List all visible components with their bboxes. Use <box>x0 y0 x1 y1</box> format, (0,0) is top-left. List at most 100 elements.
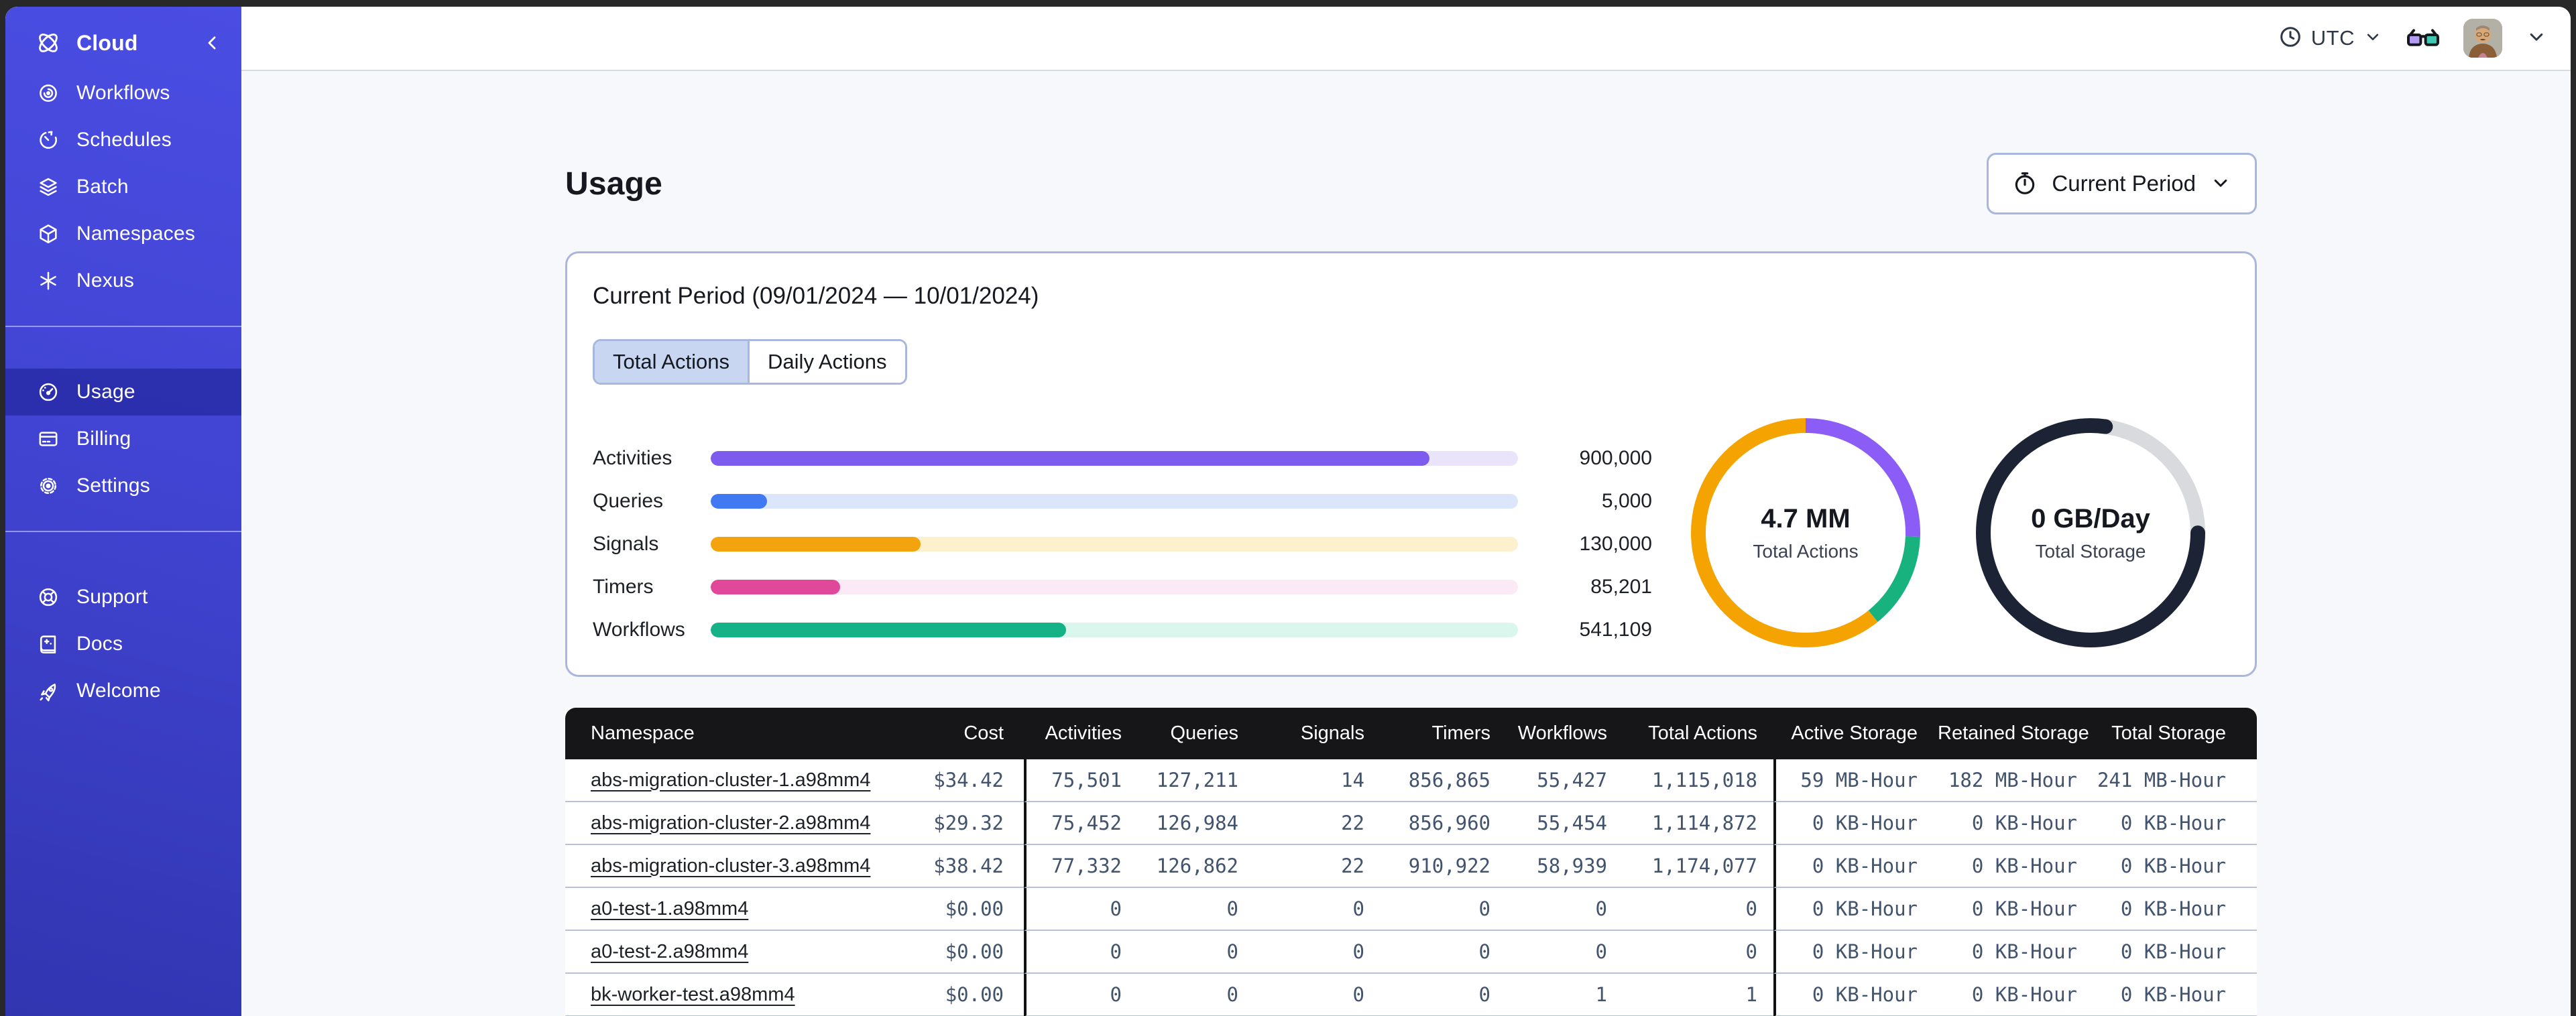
sidebar-item-label: Docs <box>76 633 123 655</box>
cell-workflows: 55,427 <box>1507 759 1623 802</box>
cell-activities: 75,452 <box>1024 802 1138 845</box>
sidebar-item-label: Welcome <box>76 680 161 702</box>
user-avatar[interactable] <box>2463 19 2502 58</box>
feedback-glasses-icon[interactable] <box>2406 23 2441 53</box>
cell-timers: 0 <box>1381 931 1507 974</box>
cell-signals: 0 <box>1254 974 1381 1016</box>
sidebar-item-nexus[interactable]: Nexus <box>5 257 241 304</box>
bar-label: Queries <box>593 490 664 512</box>
sidebar-item-batch[interactable]: Batch <box>5 164 241 210</box>
column-header-retained-storage: Retained Storage <box>1938 708 2089 759</box>
sidebar-item-label: Schedules <box>76 129 172 151</box>
clock-icon <box>2278 24 2303 53</box>
cell-timers: 0 <box>1381 888 1507 931</box>
namespace-link[interactable]: a0-test-2.a98mm4 <box>591 941 748 962</box>
usage-bar-chart: Activities 900,000 Queries 5,000 Signals 130,… <box>593 437 1665 651</box>
sidebar-item-label: Nexus <box>76 269 135 292</box>
card-title: Current Period (09/01/2024 — 10/01/2024) <box>593 283 1039 309</box>
sidebar-brand[interactable]: Cloud <box>5 7 241 70</box>
sidebar-item-usage[interactable]: Usage <box>5 369 241 416</box>
table-header-row: Namespace Cost Activities Queries Signals Tim… <box>565 708 2257 759</box>
tab-daily-actions[interactable]: Daily Actions <box>748 341 905 383</box>
bar-row-activities: Activities 900,000 <box>593 437 1665 480</box>
cell-queries: 0 <box>1138 888 1254 931</box>
cell-cost: $38.42 <box>874 845 1024 888</box>
bar-track <box>711 623 1518 637</box>
cell-workflows: 0 <box>1507 888 1623 931</box>
sidebar-item-settings[interactable]: Settings <box>5 462 241 509</box>
cell-cost: $0.00 <box>874 888 1024 931</box>
bar-value: 85,201 <box>1590 576 1652 598</box>
cell-workflows: 58,939 <box>1507 845 1623 888</box>
sidebar-item-welcome[interactable]: Welcome <box>5 668 241 714</box>
namespace-link[interactable]: bk-worker-test.a98mm4 <box>591 984 795 1005</box>
total-storage-donut: 0 GB/Day Total Storage <box>1973 416 2208 650</box>
sidebar-item-workflows[interactable]: Workflows <box>5 70 241 117</box>
timezone-selector[interactable]: UTC <box>2278 24 2383 53</box>
cell-total-storage: 0 KB-Hour <box>2084 845 2257 888</box>
cell-cost: $0.00 <box>874 974 1024 1016</box>
bar-row-workflows: Workflows 541,109 <box>593 609 1665 651</box>
schedules-icon <box>35 127 62 153</box>
sidebar-item-schedules[interactable]: Schedules <box>5 117 241 164</box>
sidebar-item-billing[interactable]: Billing <box>5 416 241 462</box>
sidebar-item-namespaces[interactable]: Namespaces <box>5 210 241 257</box>
namespace-link[interactable]: abs-migration-cluster-1.a98mm4 <box>591 769 870 791</box>
namespace-link[interactable]: a0-test-1.a98mm4 <box>591 898 748 919</box>
sidebar-item-label: Workflows <box>76 82 170 104</box>
sidebar: Cloud Workflows Schedules Batch Namespaces N… <box>5 7 241 1016</box>
cell-timers: 0 <box>1381 974 1507 1016</box>
chevron-down-icon <box>2209 172 2232 196</box>
bar-row-signals: Signals 130,000 <box>593 523 1665 566</box>
nexus-icon <box>35 267 62 294</box>
namespace-link[interactable]: abs-migration-cluster-3.a98mm4 <box>591 855 870 877</box>
sidebar-divider <box>5 326 241 327</box>
cell-queries: 0 <box>1138 974 1254 1016</box>
cell-activities: 75,501 <box>1024 759 1138 802</box>
sidebar-divider <box>5 531 241 532</box>
cell-timers: 856,960 <box>1381 802 1507 845</box>
cell-workflows: 0 <box>1507 931 1623 974</box>
bar-value: 5,000 <box>1601 490 1652 512</box>
cell-signals: 14 <box>1254 759 1381 802</box>
sidebar-item-label: Billing <box>76 428 131 450</box>
bar-fill <box>711 623 1066 637</box>
sidebar-collapse-icon[interactable] <box>202 33 223 53</box>
bar-fill <box>711 537 921 552</box>
tab-total-actions[interactable]: Total Actions <box>595 341 748 383</box>
column-header-queries: Queries <box>1138 708 1254 759</box>
sidebar-item-label: Batch <box>76 176 129 198</box>
cell-signals: 0 <box>1254 931 1381 974</box>
total-storage-value: 0 GB/Day <box>2031 503 2150 533</box>
bar-label: Signals <box>593 533 659 555</box>
sidebar-item-support[interactable]: Support <box>5 574 241 621</box>
cell-active-storage: 0 KB-Hour <box>1773 974 1938 1016</box>
sidebar-item-label: Settings <box>76 474 150 497</box>
bar-fill <box>711 580 840 594</box>
cell-queries: 0 <box>1138 931 1254 974</box>
period-dropdown-button[interactable]: Current Period <box>1987 153 2257 214</box>
cell-total-actions: 1 <box>1623 974 1773 1016</box>
cell-total-storage: 0 KB-Hour <box>2084 888 2257 931</box>
cell-total-storage: 0 KB-Hour <box>2084 931 2257 974</box>
cell-timers: 856,865 <box>1381 759 1507 802</box>
cell-activities: 0 <box>1024 974 1138 1016</box>
cell-signals: 22 <box>1254 845 1381 888</box>
total-actions-value: 4.7 MM <box>1761 503 1851 533</box>
cell-activities: 0 <box>1024 888 1138 931</box>
cell-cost: $0.00 <box>874 931 1024 974</box>
bar-row-timers: Timers 85,201 <box>593 566 1665 609</box>
bar-value: 900,000 <box>1579 447 1652 469</box>
cell-total-actions: 0 <box>1623 888 1773 931</box>
table-row: bk-worker-test.a98mm4 $0.00 0 0 0 0 1 1 0 KB-Hou… <box>565 974 2257 1016</box>
namespace-link[interactable]: abs-migration-cluster-2.a98mm4 <box>591 812 870 834</box>
total-actions-label: Total Actions <box>1753 540 1859 562</box>
cell-total-storage: 0 KB-Hour <box>2084 974 2257 1016</box>
chevron-down-icon <box>2363 27 2383 50</box>
account-chevron-down-icon[interactable] <box>2525 25 2548 52</box>
sidebar-item-docs[interactable]: Docs <box>5 621 241 668</box>
table-row: abs-migration-cluster-2.a98mm4 $29.32 75,4… <box>565 802 2257 845</box>
cell-total-storage: 0 KB-Hour <box>2084 802 2257 845</box>
cell-workflows: 55,454 <box>1507 802 1623 845</box>
table-row: abs-migration-cluster-1.a98mm4 $34.42 75,5… <box>565 759 2257 802</box>
